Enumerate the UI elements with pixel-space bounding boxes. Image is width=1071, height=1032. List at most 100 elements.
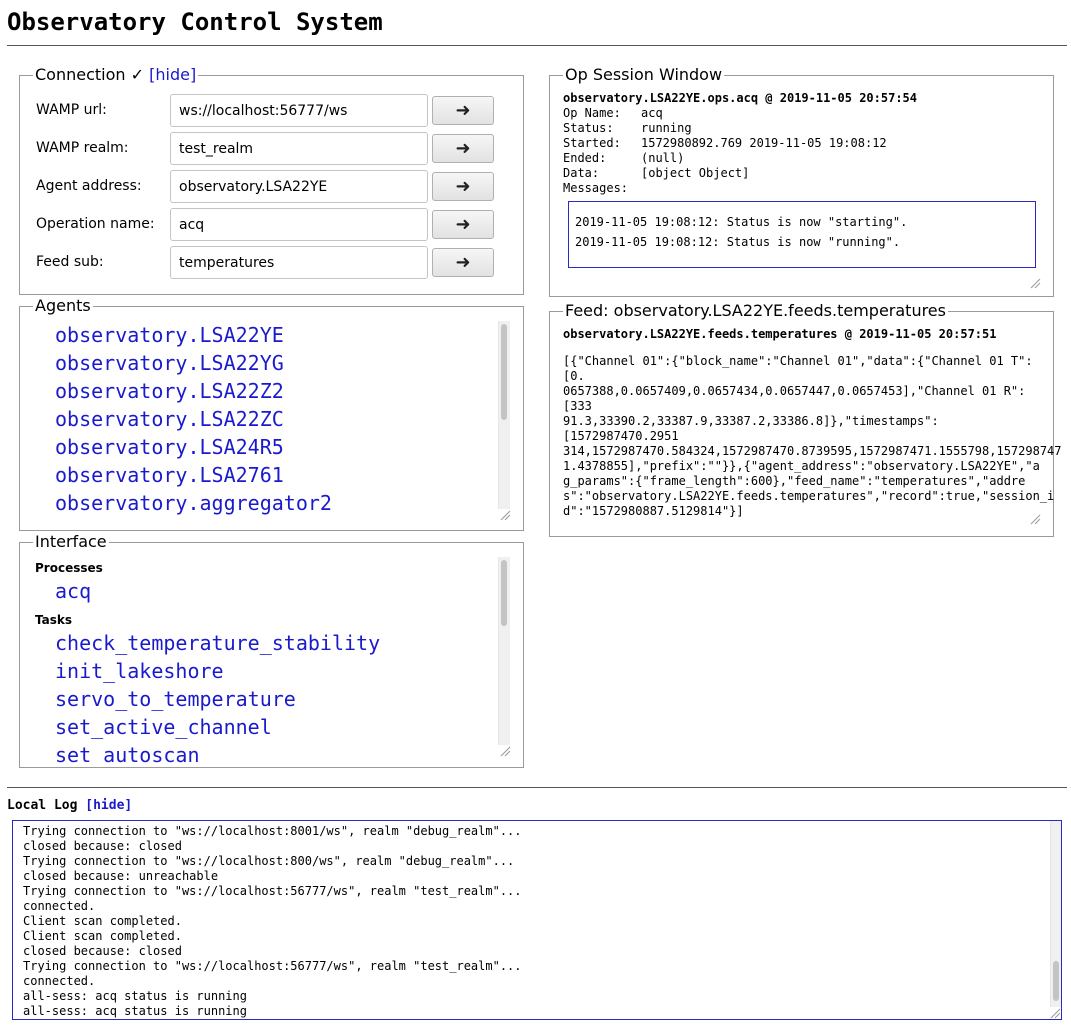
agents-scroll-thumb[interactable] xyxy=(501,324,507,420)
operation-name-label: Operation name: xyxy=(36,216,155,232)
feed-json: [{"Channel 01":{"block_name":"Channel 01… xyxy=(563,354,1062,519)
resize-grip-icon[interactable] xyxy=(499,745,511,757)
op-field-key: Messages: xyxy=(563,181,629,195)
local-log-title-text: Local Log xyxy=(7,798,78,813)
resize-grip-icon[interactable] xyxy=(1029,277,1041,289)
agents-scrollbar[interactable] xyxy=(498,321,510,509)
op-field-value: (null) xyxy=(641,151,685,165)
task-item[interactable]: set_active_channel xyxy=(35,713,495,741)
feed-json-line: g_params":{"frame_length":600},"feed_nam… xyxy=(563,474,1026,488)
agent-item[interactable]: observatory.LSA2761 xyxy=(35,461,495,489)
resize-grip-icon[interactable] xyxy=(499,509,511,521)
feed-json-line: 0657388,0.0657409,0.0657434,0.0657447,0.… xyxy=(563,384,1026,413)
feed-sub-input[interactable] xyxy=(170,246,428,279)
arrow-right-icon: ➜ xyxy=(455,175,471,197)
feed-json-line: s":"observatory.LSA22YE.feeds.temperatur… xyxy=(563,489,1055,503)
feed-json-line: 314,1572987470.584324,1572987470.8739595… xyxy=(563,444,1062,458)
op-session-header: observatory.LSA22YE.ops.acq @ 2019-11-05… xyxy=(563,91,918,105)
op-field-row: Started: 1572980892.769 2019-11-05 19:08:… xyxy=(563,136,887,151)
op-field-row: Status: running xyxy=(563,121,887,136)
task-item[interactable]: set_autoscan xyxy=(35,741,495,765)
op-field-row: Ended: (null) xyxy=(563,151,887,166)
agent-item[interactable]: observatory.LSA22YG xyxy=(35,349,495,377)
arrow-right-icon: ➜ xyxy=(455,137,471,159)
op-message: 2019-11-05 19:08:12: Status is now "runn… xyxy=(575,235,901,249)
wamp-realm-label: WAMP realm: xyxy=(36,140,129,156)
agent-address-input[interactable] xyxy=(170,170,428,203)
op-field-row: Data: [object Object] xyxy=(563,166,887,181)
task-item[interactable]: check_temperature_stability xyxy=(35,629,495,657)
wamp-url-go-button[interactable]: ➜ xyxy=(432,96,494,125)
log-line: Trying connection to "ws://localhost:567… xyxy=(23,959,522,973)
op-field-key: Ended: xyxy=(563,151,607,165)
wamp-realm-go-button[interactable]: ➜ xyxy=(432,134,494,163)
log-line: connected. xyxy=(23,899,96,913)
log-line: closed because: unreachable xyxy=(23,869,219,883)
op-messages-box[interactable]: 2019-11-05 19:08:12: Status is now "star… xyxy=(568,201,1036,268)
feed-sub-go-button[interactable]: ➜ xyxy=(432,248,494,277)
connection-panel: Connection ✓ [hide] WAMP url: ➜ WAMP rea… xyxy=(19,66,524,295)
op-message: 2019-11-05 19:08:12: Status is now "star… xyxy=(575,215,908,229)
interface-legend: Interface xyxy=(33,532,109,551)
operation-name-input[interactable] xyxy=(170,208,428,241)
feed-panel: Feed: observatory.LSA22YE.feeds.temperat… xyxy=(549,302,1062,537)
agent-item[interactable]: observatory.LSA22ZC xyxy=(35,405,495,433)
log-line: Client scan completed. xyxy=(23,914,182,928)
connection-legend-text: Connection ✓ xyxy=(35,65,145,84)
feed-json-line: d":"1572980887.5129814"}] xyxy=(563,504,744,518)
resize-grip-icon[interactable] xyxy=(1029,513,1041,525)
wamp-realm-input[interactable] xyxy=(170,132,428,165)
tasks-heading: Tasks xyxy=(35,613,73,627)
agents-legend: Agents xyxy=(33,296,93,315)
interface-scrollbar[interactable] xyxy=(498,557,510,745)
op-field-key: Op Name: xyxy=(563,106,621,120)
agents-panel: Agents observatory.LSA22YE observatory.L… xyxy=(19,297,524,531)
local-log-title: Local Log [hide] xyxy=(7,798,132,813)
local-log-box[interactable]: Trying connection to "ws://localhost:800… xyxy=(12,820,1062,1020)
op-session-legend: Op Session Window xyxy=(563,65,725,84)
log-line: closed because: closed xyxy=(23,839,182,853)
op-field-row: Messages: xyxy=(563,181,887,196)
task-item[interactable]: servo_to_temperature xyxy=(35,685,495,713)
log-line: Client scan completed. xyxy=(23,929,182,943)
feed-header: observatory.LSA22YE.feeds.temperatures @… xyxy=(563,327,997,341)
log-line: Trying connection to "ws://localhost:800… xyxy=(23,854,515,868)
interface-scroll-thumb[interactable] xyxy=(501,560,507,626)
local-log-scroll-thumb[interactable] xyxy=(1053,961,1059,1001)
agent-item[interactable]: observatory.LSA24R5 xyxy=(35,433,495,461)
process-item-acq[interactable]: acq xyxy=(35,577,495,605)
feed-json-line: 91.3,33390.2,33387.9,33387.2,33386.8]},"… xyxy=(563,414,939,443)
operation-name-go-button[interactable]: ➜ xyxy=(432,210,494,239)
agent-item[interactable]: observatory.aggregator2 xyxy=(35,489,495,517)
wamp-url-input[interactable] xyxy=(170,94,428,127)
arrow-right-icon: ➜ xyxy=(455,213,471,235)
task-item[interactable]: init_lakeshore xyxy=(35,657,495,685)
wamp-url-label: WAMP url: xyxy=(36,102,107,118)
feed-json-line: [{"Channel 01":{"block_name":"Channel 01… xyxy=(563,354,1033,383)
op-field-value: running xyxy=(641,121,692,135)
arrow-right-icon: ➜ xyxy=(455,251,471,273)
op-field-key: Data: xyxy=(563,166,600,180)
log-line: all-sess: acq status is running xyxy=(23,1004,247,1018)
op-field-value: [object Object] xyxy=(641,166,750,180)
agent-item[interactable]: observatory.LSA22YE xyxy=(35,321,495,349)
page-title: Observatory Control System xyxy=(7,8,383,36)
connection-legend: Connection ✓ [hide] xyxy=(33,65,199,84)
resize-grip-icon[interactable] xyxy=(1049,1007,1061,1019)
local-log-lines: Trying connection to "ws://localhost:800… xyxy=(23,824,522,1019)
processes-heading: Processes xyxy=(35,561,103,575)
op-field-key: Status: xyxy=(563,121,614,135)
op-field-value: acq xyxy=(641,106,663,120)
local-log-scrollbar[interactable] xyxy=(1050,821,1061,1007)
connection-hide-link[interactable]: [hide] xyxy=(149,65,196,84)
agent-item[interactable]: observatory.LSA22Z2 xyxy=(35,377,495,405)
agents-list[interactable]: observatory.LSA22YE observatory.LSA22YG … xyxy=(35,321,495,526)
agent-address-go-button[interactable]: ➜ xyxy=(432,172,494,201)
feed-json-line: 1.4378855],"prefix":""}},{"agent_address… xyxy=(563,459,1040,473)
local-log-hide-link[interactable]: [hide] xyxy=(85,798,132,813)
op-session-panel: Op Session Window observatory.LSA22YE.op… xyxy=(549,66,1054,297)
op-session-fields: Op Name: acq Status: running Started: 15729… xyxy=(563,106,887,196)
interface-list[interactable]: Processes acq Tasks check_temperature_st… xyxy=(35,553,495,765)
op-field-row: Op Name: acq xyxy=(563,106,887,121)
agent-address-label: Agent address: xyxy=(36,178,142,194)
